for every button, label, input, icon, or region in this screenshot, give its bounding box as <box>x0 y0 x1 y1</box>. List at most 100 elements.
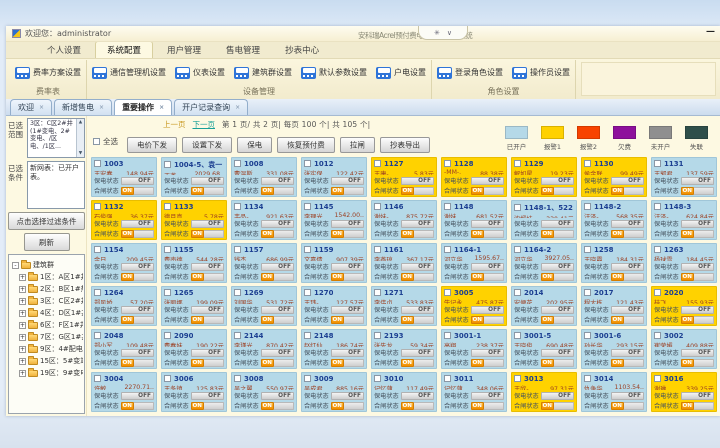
quick-access-icon[interactable]: ✳ <box>434 29 440 37</box>
expand-icon[interactable]: + <box>19 310 26 317</box>
meter-checkbox[interactable] <box>514 160 521 167</box>
expand-icon[interactable]: + <box>19 298 26 305</box>
toolbar-button[interactable]: 恢复预付费 <box>277 137 335 153</box>
tree-item[interactable]: + 9区：4#配电井 (... <box>19 344 83 354</box>
ribbon-button[interactable]: 通信管理机设置 <box>92 67 166 79</box>
ribbon-button[interactable]: 操作员设置 <box>512 67 570 79</box>
meter-checkbox[interactable] <box>94 203 101 210</box>
refresh-button[interactable]: 刷新 <box>24 233 70 251</box>
meter-checkbox[interactable] <box>584 375 591 382</box>
tree-item[interactable]: + 6区：F区1#井 (... <box>19 320 83 330</box>
toolbar-button[interactable]: 拉闸 <box>340 137 375 153</box>
meter-checkbox[interactable] <box>444 289 451 296</box>
meter-checkbox[interactable] <box>234 246 241 253</box>
meter-checkbox[interactable] <box>514 332 521 339</box>
selected-condition-box[interactable]: 新网表：已开户表。 <box>27 161 85 209</box>
meter-checkbox[interactable] <box>654 160 661 167</box>
meter-checkbox[interactable] <box>304 375 311 382</box>
toolbar-button[interactable]: 设置下发 <box>182 137 232 153</box>
meter-checkbox[interactable] <box>374 203 381 210</box>
menu-tab[interactable]: 售电管理 <box>215 42 271 58</box>
meter-checkbox[interactable] <box>374 160 381 167</box>
meter-checkbox[interactable] <box>374 332 381 339</box>
tree-root[interactable]: - 建筑群 <box>12 260 83 270</box>
meter-checkbox[interactable] <box>304 203 311 210</box>
ribbon-button[interactable]: 登录角色设置 <box>437 67 503 79</box>
close-tab-icon[interactable]: × <box>159 104 164 111</box>
meter-checkbox[interactable] <box>164 203 171 210</box>
selected-range-listbox[interactable]: 3区：C区2#井 (1#变电、2#变电、/区电、/1区... ▲ ▼ <box>27 118 85 158</box>
scroll-up-icon[interactable]: ▲ <box>79 120 82 125</box>
expand-icon[interactable]: + <box>19 322 26 329</box>
meter-checkbox[interactable] <box>654 289 661 296</box>
meter-checkbox[interactable] <box>164 375 171 382</box>
meter-checkbox[interactable] <box>234 375 241 382</box>
meter-checkbox[interactable] <box>304 246 311 253</box>
meter-checkbox[interactable] <box>234 289 241 296</box>
tree-item[interactable]: + 1区：A区1#井 <box>19 272 83 282</box>
expand-icon[interactable]: + <box>19 370 26 377</box>
ribbon-button[interactable]: 费率方案设置 <box>15 67 81 79</box>
prev-page-link[interactable]: 上一页 <box>163 119 186 130</box>
meter-checkbox[interactable] <box>164 332 171 339</box>
meter-checkbox[interactable] <box>234 203 241 210</box>
toolbar-button[interactable]: 保电 <box>237 137 272 153</box>
meter-checkbox[interactable] <box>94 375 101 382</box>
filter-button[interactable]: 点击选择过滤条件 <box>8 212 85 230</box>
meter-checkbox[interactable] <box>584 289 591 296</box>
meter-checkbox[interactable] <box>94 246 101 253</box>
meter-checkbox[interactable] <box>654 332 661 339</box>
select-all-checkbox[interactable] <box>93 138 100 145</box>
document-tab[interactable]: 欢迎 × <box>10 99 52 115</box>
toolbar-button[interactable]: 抄表导出 <box>380 137 430 153</box>
meter-checkbox[interactable] <box>304 160 311 167</box>
meter-checkbox[interactable] <box>444 332 451 339</box>
meter-checkbox[interactable] <box>514 375 521 382</box>
document-tab[interactable]: 重要操作 × <box>114 99 172 115</box>
menu-tab[interactable]: 个人设置 <box>36 42 92 58</box>
listbox-scrollbar[interactable]: ▲ ▼ <box>76 119 84 157</box>
meter-checkbox[interactable] <box>374 246 381 253</box>
toolbar-button[interactable]: 电价下发 <box>127 137 177 153</box>
menu-tab[interactable]: 抄表中心 <box>274 42 330 58</box>
meter-checkbox[interactable] <box>164 246 171 253</box>
meter-checkbox[interactable] <box>654 246 661 253</box>
meter-checkbox[interactable] <box>304 332 311 339</box>
meter-checkbox[interactable] <box>584 160 591 167</box>
next-page-link[interactable]: 下一页 <box>193 119 216 130</box>
expand-icon[interactable]: + <box>19 358 26 365</box>
meter-checkbox[interactable] <box>234 160 241 167</box>
meter-checkbox[interactable] <box>164 289 171 296</box>
ribbon-button[interactable]: 仪表设置 <box>175 67 225 79</box>
meter-checkbox[interactable] <box>444 160 451 167</box>
close-tab-icon[interactable]: × <box>99 104 104 111</box>
meter-checkbox[interactable] <box>654 375 661 382</box>
close-tab-icon[interactable]: × <box>235 104 240 111</box>
meter-checkbox[interactable] <box>444 375 451 382</box>
meter-checkbox[interactable] <box>584 332 591 339</box>
document-tab[interactable]: 开户记录查询 × <box>174 99 248 115</box>
meter-checkbox[interactable] <box>94 289 101 296</box>
scroll-down-icon[interactable]: ▼ <box>79 151 82 156</box>
tree-item[interactable]: + 4区：D区1#井 (... <box>19 308 83 318</box>
tree-item[interactable]: + 7区：G区1#井 <box>19 332 83 342</box>
meter-checkbox[interactable] <box>584 203 591 210</box>
meter-checkbox[interactable] <box>654 203 661 210</box>
meter-checkbox[interactable] <box>304 289 311 296</box>
menu-tab[interactable]: 系统配置 <box>95 41 153 58</box>
chevron-down-icon[interactable]: ∨ <box>447 29 452 37</box>
tree-item[interactable]: + 19区：9#变电站 <box>19 368 83 378</box>
close-tab-icon[interactable]: × <box>39 104 44 111</box>
tree-item[interactable]: + 2区：B区1#热泵( <box>19 284 83 294</box>
meter-checkbox[interactable] <box>514 246 521 253</box>
meter-checkbox[interactable] <box>374 289 381 296</box>
expand-icon[interactable]: + <box>19 274 26 281</box>
ribbon-button[interactable]: 默认参数设置 <box>301 67 367 79</box>
collapse-icon[interactable]: - <box>12 262 19 269</box>
meter-checkbox[interactable] <box>94 332 101 339</box>
expand-icon[interactable]: + <box>19 334 26 341</box>
expand-icon[interactable]: + <box>19 286 26 293</box>
meter-checkbox[interactable] <box>514 289 521 296</box>
meter-checkbox[interactable] <box>94 160 101 167</box>
meter-checkbox[interactable] <box>374 375 381 382</box>
